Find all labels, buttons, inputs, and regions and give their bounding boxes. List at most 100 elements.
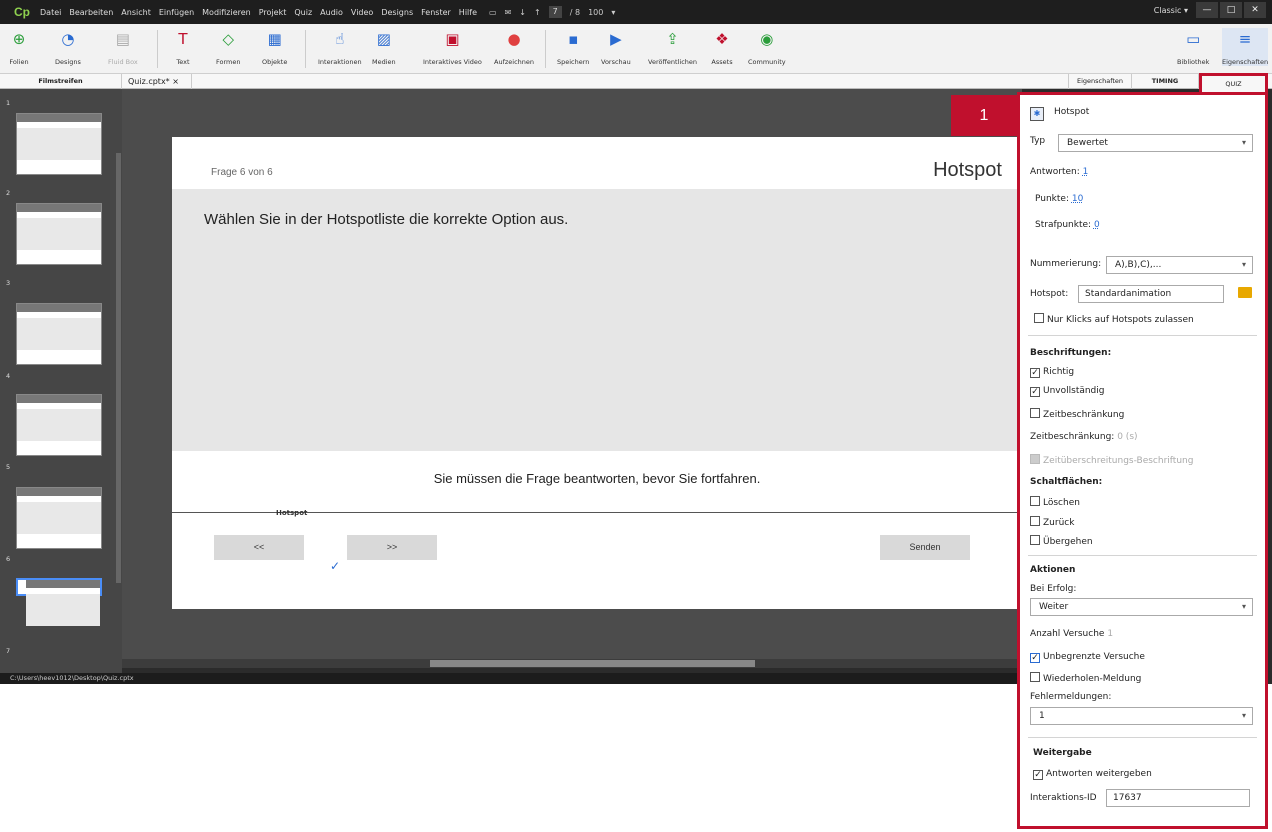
back-button[interactable]: << [214,535,304,560]
wiederholen-checkbox[interactable]: Wiederholen-Meldung [1030,672,1141,684]
veroeffentlichen-button[interactable]: ⇪ Veröffentlichen [648,28,697,66]
question-area[interactable]: Wählen Sie in der Hotspotliste die korre… [172,189,1022,451]
slide-thumbnail-1[interactable] [16,113,102,175]
zeitbeschraenkung-checkbox[interactable]: Zeitbeschränkung [1030,408,1124,420]
menu-datei[interactable]: Datei [40,8,61,17]
strafpunkte-value[interactable]: 0 [1094,220,1100,230]
punkte-row: Punkte: 10 [1035,194,1084,204]
page-current-input[interactable]: 7 [548,6,562,18]
designs-button[interactable]: ◔ Designs [55,28,81,66]
plus-circle-icon: ⊕ [12,30,26,48]
interaktions-id-field[interactable]: 17637 [1106,789,1250,807]
uebergehen-checkbox[interactable]: Übergehen [1030,535,1093,547]
question-title[interactable]: Hotspot [933,159,1002,182]
slide-thumbnail-4[interactable] [16,394,102,456]
fluidbox-button[interactable]: ▤ Fluid Box [108,28,138,66]
window-controls: — □ ✕ [1196,2,1266,18]
community-button[interactable]: ◉ Community [748,28,786,66]
interaktions-id-label: Interaktions-ID [1030,793,1097,803]
menu-hilfe[interactable]: Hilfe [459,8,477,17]
antworten-weitergeben-checkbox[interactable]: ✓ Antworten weitergeben [1033,769,1152,780]
interaktionen-button[interactable]: ☝ Interaktionen [318,28,362,66]
monitor-icon[interactable]: ▭ [489,8,497,17]
vorschau-button[interactable]: ▶ Vorschau [601,28,631,66]
nur-klicks-checkbox[interactable]: Nur Klicks auf Hotspots zulassen [1034,313,1194,325]
beschriftungen-heading: Beschriftungen: [1030,348,1112,358]
maximize-icon[interactable]: □ [1220,2,1242,18]
menu-video[interactable]: Video [351,8,373,17]
slide-thumbnail-3[interactable] [16,303,102,365]
folder-icon[interactable] [1238,287,1252,298]
hotspot-label: Hotspot [276,509,308,517]
tab-timing[interactable]: TIMING [1132,74,1199,89]
close-tab-icon[interactable]: × [172,77,179,86]
slide-number: 7 [6,647,11,655]
zoom-dropdown-icon[interactable]: ▾ [611,8,615,17]
menu-bearbeiten[interactable]: Bearbeiten [69,8,113,17]
close-icon[interactable]: ✕ [1244,2,1266,18]
interaktives-video-button[interactable]: ▣ Interaktives Video [423,28,482,66]
stage-area: Frage 6 von 6 Hotspot Wählen Sie in der … [122,89,1022,659]
palette-icon: ◔ [61,30,75,48]
formen-button[interactable]: ◇ Formen [216,28,241,66]
next-button[interactable]: >> [347,535,437,560]
assets-button[interactable]: ❖ Assets [711,28,733,66]
quiz-properties-panel: ✱ Hotspot Typ Bewertet ▾ Antworten: 1 Pun… [1017,92,1268,829]
shapes-icon: ◇ [222,30,235,48]
tab-eigenschaften[interactable]: Eigenschaften [1068,74,1132,89]
text-button[interactable]: T Text [172,28,194,66]
slide-thumbnail-5[interactable] [16,487,102,549]
mail-icon[interactable]: ✉ [505,8,512,17]
typ-select[interactable]: Bewertet ▾ [1058,134,1253,152]
menu-designs[interactable]: Designs [381,8,413,17]
slide-thumbnail-6[interactable] [16,578,102,626]
status-bar-path: C:\Users\heev1012\Desktop\Quiz.cptx [0,673,1022,684]
menu-einfuegen[interactable]: Einfügen [159,8,194,17]
bibliothek-button[interactable]: ▭ Bibliothek [1177,28,1209,66]
slide-thumbnail-2[interactable] [16,203,102,265]
menu-quiz[interactable]: Quiz [294,8,312,17]
menu-ansicht[interactable]: Ansicht [121,8,151,17]
zeitbeschraenkung-value: 0 (s) [1117,432,1138,442]
aufzeichnen-button[interactable]: ● Aufzeichnen [494,28,534,66]
question-text[interactable]: Wählen Sie in der Hotspotliste die korre… [204,211,568,228]
submit-button[interactable]: Senden [880,535,970,560]
fehlermeldungen-select[interactable]: 1 ▾ [1030,707,1253,725]
arrow-down-icon[interactable]: ↓ [519,8,526,17]
question-counter[interactable]: Frage 6 von 6 [211,167,273,178]
nummerierung-select[interactable]: A),B),C),... ▾ [1106,256,1253,274]
slide-canvas: Frage 6 von 6 Hotspot Wählen Sie in der … [172,137,1022,609]
slide-number: 2 [6,189,11,197]
tab-file[interactable]: Quiz.cptx* × [122,74,192,89]
tab-quiz[interactable]: QUIZ [1199,73,1268,94]
menu-audio[interactable]: Audio [320,8,343,17]
arrow-up-icon[interactable]: ↑ [534,8,541,17]
menu-projekt[interactable]: Projekt [259,8,287,17]
punkte-value[interactable]: 10 [1072,194,1083,204]
antworten-value[interactable]: 1 [1083,167,1089,177]
bei-erfolg-select[interactable]: Weiter ▾ [1030,598,1253,616]
unvollstaendig-checkbox[interactable]: ✓ Unvollständig [1030,386,1105,397]
menu-modifizieren[interactable]: Modifizieren [202,8,251,17]
medien-button[interactable]: ▨ Medien [372,28,396,66]
question-type-name: Hotspot [1054,107,1090,117]
zoom-value[interactable]: 100 [588,8,603,17]
stage-horizontal-scrollbar[interactable] [122,659,1022,668]
hotspot-animation-field[interactable]: Standardanimation [1078,285,1224,303]
objekte-button[interactable]: ▦ Objekte [262,28,287,66]
workspace-select[interactable]: Classic ▾ [1154,6,1188,15]
minimize-icon[interactable]: — [1196,2,1218,18]
menu-fenster[interactable]: Fenster [421,8,451,17]
tab-filmstreifen[interactable]: Filmstreifen [0,74,122,89]
folien-button[interactable]: ⊕ Folien [8,28,30,66]
incomplete-message[interactable]: Sie müssen die Frage beantworten, bevor … [172,471,1022,486]
filmstrip-scrollbar[interactable] [116,153,121,583]
eigenschaften-button[interactable]: ≡ Eigenschaften [1222,28,1269,66]
loeschen-checkbox[interactable]: Löschen [1030,496,1080,508]
unbegrenzte-versuche-checkbox[interactable]: ✓ Unbegrenzte Versuche [1030,652,1145,663]
chevron-down-icon: ▾ [1241,138,1246,147]
richtig-checkbox[interactable]: ✓ Richtig [1030,367,1074,378]
zurueck-checkbox[interactable]: Zurück [1030,516,1074,528]
speichern-button[interactable]: ▪ Speichern [557,28,589,66]
filmstrip-panel: 1 2 3 4 5 6 7 [0,89,122,673]
